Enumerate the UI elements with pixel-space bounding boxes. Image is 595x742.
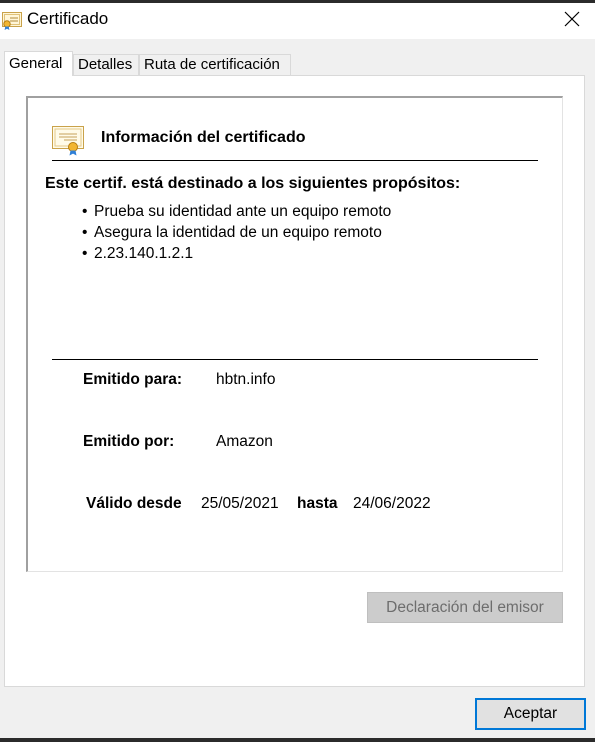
certificate-info-heading: Información del certificado [101,129,306,146]
valid-to-label: hasta [297,495,338,512]
divider [52,160,538,161]
certificate-icon [2,10,22,30]
list-item: • 2.23.140.1.2.1 [82,245,194,262]
button-label: Declaración del emisor [386,598,544,616]
valid-to-value: 24/06/2022 [353,495,431,512]
valid-from-label: Válido desde [86,495,182,512]
tab-label: Detalles [78,56,133,73]
list-item: • Prueba su identidad ante un equipo remo… [82,203,392,220]
divider [52,359,538,360]
issued-by-value: Amazon [216,433,273,450]
purposes-heading: Este certif. está destinado a los siguie… [45,175,461,192]
issued-to-value: hbtn.info [216,371,276,388]
certificate-icon [52,126,84,156]
tab-certification-path[interactable]: Ruta de certificación [139,54,291,75]
tab-general[interactable]: General [4,51,73,76]
purposes-list: • Prueba su identidad ante un equipo remo… [82,201,391,264]
window-title: Certificado [27,9,109,28]
issued-by-label: Emitido por: [83,433,175,450]
tab-label: General [9,55,63,72]
issued-to-label: Emitido para: [83,371,183,388]
list-item: • Asegura la identidad de un equipo remot… [82,224,382,241]
tab-details[interactable]: Detalles [73,54,139,75]
ok-button[interactable]: Aceptar [475,698,586,730]
window-bottom-edge [0,738,595,742]
tab-label: Ruta de certificación [144,56,280,73]
close-icon [564,11,580,32]
valid-from-value: 25/05/2021 [201,495,279,512]
issuer-statement-button[interactable]: Declaración del emisor [367,592,563,623]
close-button[interactable] [548,3,595,39]
button-label: Aceptar [503,705,558,722]
